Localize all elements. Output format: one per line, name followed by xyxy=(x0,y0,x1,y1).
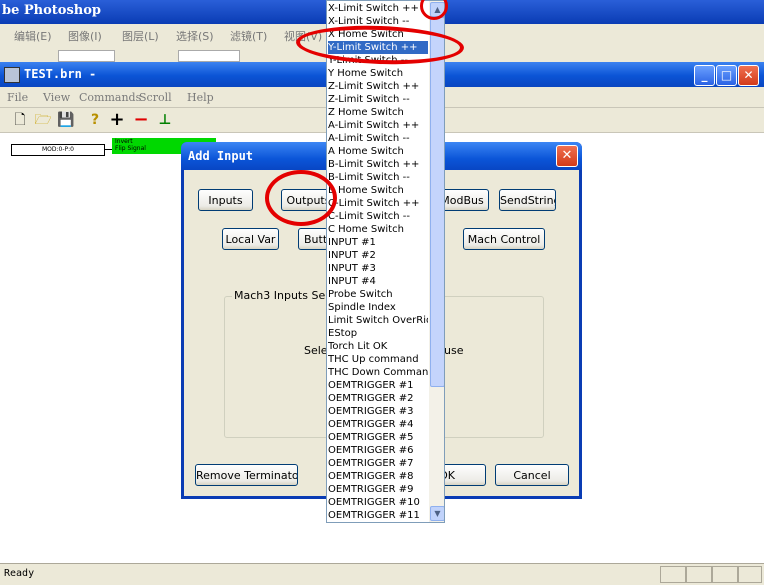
rung-label-2: Flip Signal xyxy=(115,145,146,152)
menu-scroll[interactable]: Scroll xyxy=(139,91,172,104)
document-title: TEST.brn - xyxy=(24,67,97,81)
dropdown-item[interactable]: Spindle Index xyxy=(328,301,428,314)
dropdown-item[interactable]: OEMTRIGGER #7 xyxy=(328,457,428,470)
ps-field[interactable] xyxy=(58,50,115,62)
dropdown-item[interactable]: A Home Switch xyxy=(328,145,428,158)
dropdown-item[interactable]: INPUT #3 xyxy=(328,262,428,275)
dropdown-item[interactable]: Torch Lit OK xyxy=(328,340,428,353)
photoshop-title: be Photoshop xyxy=(2,3,101,18)
dropdown-item[interactable]: C Home Switch xyxy=(328,223,428,236)
status-cell xyxy=(660,566,686,583)
minimize-button[interactable]: _ xyxy=(694,65,715,86)
ps-menu-filter[interactable]: 滤镜(T) xyxy=(230,28,267,44)
mach-control-button[interactable]: Mach Control xyxy=(463,228,545,250)
group-text-right: use xyxy=(444,344,464,357)
ps-menu-edit[interactable]: 编辑(E) xyxy=(14,28,52,44)
group-text-left: Sele xyxy=(304,344,328,357)
dropdown-item[interactable]: OEMTRIGGER #10 xyxy=(328,496,428,509)
sendstring-button[interactable]: SendString xyxy=(499,189,556,211)
ladder-wire xyxy=(104,149,112,150)
scroll-thumb[interactable] xyxy=(430,17,444,387)
ladder-element[interactable]: MOD:0-P:0 xyxy=(11,144,105,156)
dropdown-item[interactable]: OEMTRIGGER #6 xyxy=(328,444,428,457)
new-file-icon[interactable]: 🗋 xyxy=(11,111,29,129)
remove-terminator-button[interactable]: Remove Terminator xyxy=(195,464,298,486)
close-window-button[interactable]: ✕ xyxy=(738,65,759,86)
ladder-rung-icon[interactable]: ⊥ xyxy=(156,111,174,129)
status-cell xyxy=(712,566,738,583)
dropdown-item[interactable]: C-Limit Switch -- xyxy=(328,210,428,223)
status-text: Ready xyxy=(4,568,35,579)
dropdown-item[interactable]: OEMTRIGGER #2 xyxy=(328,392,428,405)
menu-file[interactable]: File xyxy=(7,91,28,104)
dropdown-item[interactable]: OEMTRIGGER #1 xyxy=(328,379,428,392)
ps-menu-select[interactable]: 选择(S) xyxy=(176,28,214,44)
save-icon[interactable]: 💾 xyxy=(57,111,75,129)
dialog-title: Add Input xyxy=(188,149,254,163)
dropdown-item[interactable]: A-Limit Switch -- xyxy=(328,132,428,145)
add-icon[interactable]: + xyxy=(108,111,126,129)
status-bar: Ready xyxy=(0,563,764,585)
dropdown-item[interactable]: INPUT #1 xyxy=(328,236,428,249)
dropdown-item[interactable]: OEMTRIGGER #9 xyxy=(328,483,428,496)
dropdown-item[interactable]: OEMTRIGGER #4 xyxy=(328,418,428,431)
dropdown-item[interactable]: Z-Limit Switch ++ xyxy=(328,80,428,93)
menu-view[interactable]: View xyxy=(43,91,70,104)
menu-commands[interactable]: Commands xyxy=(79,91,141,104)
button-button[interactable]: Butto xyxy=(298,228,328,250)
dropdown-item[interactable]: Probe Switch xyxy=(328,288,428,301)
dropdown-item[interactable]: OEMTRIGGER #8 xyxy=(328,470,428,483)
local-var-button[interactable]: Local Var xyxy=(222,228,279,250)
dropdown-item[interactable]: A-Limit Switch ++ xyxy=(328,119,428,132)
dropdown-item[interactable]: INPUT #2 xyxy=(328,249,428,262)
dropdown-item[interactable]: Z Home Switch xyxy=(328,106,428,119)
dialog-close-button[interactable]: ✕ xyxy=(556,145,578,167)
dropdown-item[interactable]: OEMTRIGGER #3 xyxy=(328,405,428,418)
input-dropdown-list[interactable]: X-Limit Switch ++ X-Limit Switch -- X Home… xyxy=(326,0,445,523)
cancel-button[interactable]: Cancel xyxy=(495,464,569,486)
ps-field[interactable] xyxy=(178,50,240,62)
open-folder-icon[interactable]: 🗁 xyxy=(34,111,52,129)
dropdown-item[interactable]: THC Up command xyxy=(328,353,428,366)
dropdown-item[interactable]: EStop xyxy=(328,327,428,340)
ps-menu-image[interactable]: 图像(I) xyxy=(68,28,102,44)
status-cell xyxy=(738,566,762,583)
dropdown-item[interactable]: OEMTRIGGER #5 xyxy=(328,431,428,444)
rung-label-1: Invert xyxy=(115,138,133,145)
menu-help[interactable]: Help xyxy=(187,91,214,104)
inputs-button[interactable]: Inputs xyxy=(198,189,253,211)
dropdown-item[interactable]: OEMTRIGGER #11 xyxy=(328,509,428,522)
dropdown-item[interactable]: Z-Limit Switch -- xyxy=(328,93,428,106)
dropdown-item[interactable]: B Home Switch xyxy=(328,184,428,197)
dropdown-scrollbar[interactable]: ▲ ▼ xyxy=(429,1,444,522)
remove-icon[interactable]: − xyxy=(132,111,150,129)
dropdown-item[interactable]: B-Limit Switch -- xyxy=(328,171,428,184)
app-icon xyxy=(4,67,20,83)
dropdown-item[interactable]: C-Limit Switch ++ xyxy=(328,197,428,210)
dropdown-item[interactable]: X-Limit Switch ++ xyxy=(328,2,428,15)
annotation-circle-outputs xyxy=(265,170,337,226)
scroll-down-icon[interactable]: ▼ xyxy=(430,506,444,521)
maximize-button[interactable]: □ xyxy=(716,65,737,86)
dropdown-item[interactable]: THC Down Command xyxy=(328,366,428,379)
dropdown-item[interactable]: INPUT #4 xyxy=(328,275,428,288)
dropdown-item[interactable]: B-Limit Switch ++ xyxy=(328,158,428,171)
status-cell xyxy=(686,566,712,583)
dropdown-item[interactable]: Y Home Switch xyxy=(328,67,428,80)
ps-menu-layer[interactable]: 图层(L) xyxy=(122,28,159,44)
dropdown-item[interactable]: Limit Switch OverRide xyxy=(328,314,428,327)
help-icon[interactable]: ? xyxy=(86,111,104,129)
